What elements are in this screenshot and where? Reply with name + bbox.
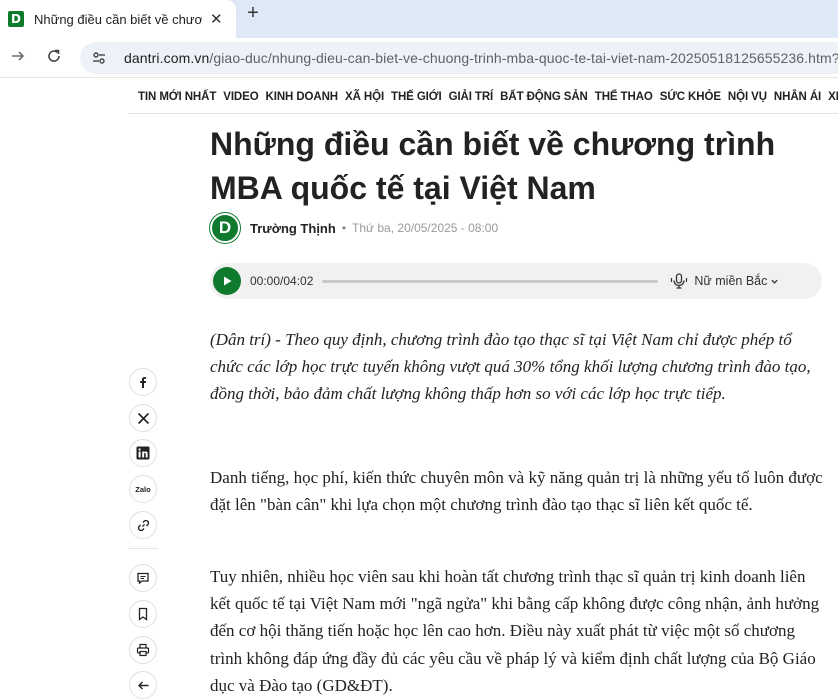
microphone-icon — [671, 273, 688, 289]
url-text[interactable]: dantri.com.vn/giao-duc/nhung-dieu-can-bi… — [124, 50, 838, 66]
voice-select[interactable]: Nữ miền Bắc — [694, 274, 779, 288]
publish-date: Thứ ba, 20/05/2025 - 08:00 — [352, 221, 499, 235]
url-host: dantri.com.vn — [124, 50, 210, 66]
audio-player: 00:00/04:02 Nữ miền Bắc — [210, 263, 822, 299]
nav-item-real-estate[interactable]: BẤT ĐỘNG SẢN — [500, 91, 588, 103]
nav-item-cars[interactable]: XE — [828, 91, 838, 103]
nav-item-charity[interactable]: NHÂN ÁI — [774, 91, 821, 103]
new-tab-button[interactable]: + — [243, 3, 263, 23]
bookmark-icon — [138, 607, 148, 621]
arrow-right-icon — [12, 51, 25, 61]
copy-link-button[interactable] — [129, 511, 157, 539]
author-avatar[interactable]: D — [210, 213, 240, 243]
play-button[interactable] — [213, 267, 241, 295]
url-path: /giao-duc/nhung-dieu-can-biet-ve-chuong-… — [209, 50, 838, 66]
audio-time: 00:00/04:02 — [250, 274, 314, 288]
share-linkedin-button[interactable] — [129, 439, 157, 467]
browser-tab[interactable]: D Những điều cần biết về chương trình MB… — [0, 0, 236, 38]
reload-icon — [48, 49, 60, 62]
x-twitter-icon — [137, 412, 149, 424]
play-icon — [224, 276, 232, 286]
nav-item-society[interactable]: XÃ HỘI — [345, 91, 384, 103]
voice-label: Nữ miền Bắc — [694, 274, 768, 288]
linkedin-icon — [136, 446, 150, 460]
reload-button[interactable] — [42, 46, 66, 70]
nav-item-entertainment[interactable]: GIẢI TRÍ — [449, 91, 494, 103]
browser-tab-bar: D Những điều cần biết về chương trình MB… — [0, 0, 838, 38]
article-paragraph: Tuy nhiên, nhiều học viên sau khi hoàn t… — [210, 567, 820, 695]
arrow-left-icon — [137, 681, 148, 689]
facebook-icon — [140, 377, 147, 388]
comment-icon — [137, 572, 149, 585]
article-paragraph: Danh tiếng, học phí, kiến thức chuyên mô… — [210, 468, 823, 515]
byline-separator: • — [341, 221, 347, 235]
dantri-favicon-icon: D — [8, 11, 24, 27]
printer-icon — [136, 643, 150, 657]
address-bar[interactable]: dantri.com.vn/giao-duc/nhung-dieu-can-bi… — [80, 42, 838, 74]
site-info-icon[interactable] — [90, 49, 108, 67]
share-zalo-button[interactable]: Zalo — [129, 475, 157, 503]
comment-button[interactable] — [129, 564, 157, 592]
rail-divider — [128, 548, 158, 549]
browser-toolbar: dantri.com.vn/giao-duc/nhung-dieu-can-bi… — [0, 38, 838, 78]
zalo-icon: Zalo — [135, 484, 151, 494]
print-button[interactable] — [129, 636, 157, 664]
link-icon — [137, 519, 149, 531]
author-name[interactable]: Trường Thịnh — [250, 221, 336, 236]
nav-item-business[interactable]: KINH DOANH — [266, 91, 339, 103]
audio-progress-track[interactable] — [322, 279, 659, 283]
tab-title: Những điều cần biết về chương trình MBA … — [34, 11, 202, 27]
nav-item-home-affairs[interactable]: NỘI VỤ — [728, 91, 767, 103]
category-nav: TIN MỚI NHẤT VIDEO KINH DOANH XÃ HỘI THẾ… — [128, 80, 838, 114]
nav-item-latest[interactable]: TIN MỚI NHẤT — [138, 91, 216, 103]
nav-item-video[interactable]: VIDEO — [223, 91, 258, 103]
nav-item-sports[interactable]: THỂ THAO — [595, 91, 653, 103]
share-x-button[interactable] — [129, 404, 157, 432]
close-tab-icon[interactable]: ✕ — [210, 10, 223, 28]
share-facebook-button[interactable] — [129, 368, 157, 396]
article-sapo: (Dân trí) - Theo quy định, chương trình … — [210, 330, 811, 404]
chevron-down-icon — [771, 279, 779, 284]
go-back-button[interactable] — [129, 671, 157, 699]
nav-item-health[interactable]: SỨC KHỎE — [660, 91, 721, 103]
article-title: Những điều cần biết về chương trình MBA … — [210, 126, 776, 206]
back-button[interactable] — [6, 46, 30, 70]
nav-item-world[interactable]: THẾ GIỚI — [391, 91, 442, 103]
byline: D Trường Thịnh • Thứ ba, 20/05/2025 - 08… — [210, 213, 498, 243]
bookmark-button[interactable] — [129, 600, 157, 628]
